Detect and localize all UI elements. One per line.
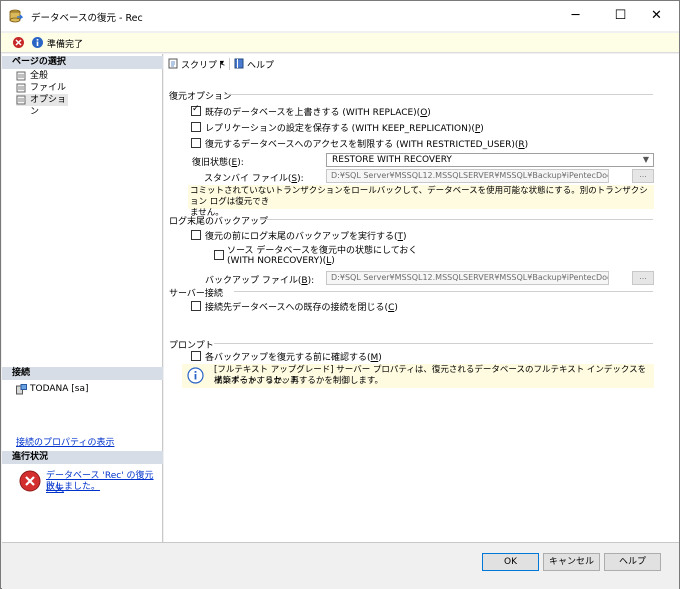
info-icon xyxy=(187,367,204,384)
right-pane: スクリプト ▾ ヘルプ 復元オプション 既存のデータベースを上書きする (WIT… xyxy=(164,54,679,542)
group-divider xyxy=(214,343,653,344)
norecovery-checkbox[interactable] xyxy=(214,250,224,260)
overwrite-checkbox[interactable] xyxy=(191,104,201,116)
page-icon xyxy=(16,71,26,81)
page-select-header: ページの選択 xyxy=(2,56,163,69)
keep-replication-label: レプリケーションの設定を保存する (WITH KEEP_REPLICATION)… xyxy=(205,124,484,134)
recovery-note-line1: コミットされていないトランザクションをロールバックして、データベースを使用可能な… xyxy=(190,186,648,207)
progress-message-link-line2[interactable]: 敗しました。 xyxy=(46,479,100,492)
left-pane: ページの選択 全般 ファイル オプション 接続 TODANA [sa] 接続のプ… xyxy=(2,54,163,542)
connection-header: 接続 xyxy=(2,367,163,380)
cancel-button[interactable]: キャンセル xyxy=(543,553,600,571)
overwrite-label: 既存のデータベースを上書きする (WITH REPLACE)(O) xyxy=(205,108,431,118)
restricted-user-label: 復元するデータベースへのアクセスを制限する (WITH RESTRICTED_U… xyxy=(205,140,529,150)
recovery-state-note: コミットされていないトランザクションをロールバックして、データベースを使用可能な… xyxy=(188,185,654,218)
help-toolbar-button[interactable]: ヘルプ xyxy=(247,58,274,71)
close-button[interactable]: ✕ xyxy=(634,1,679,31)
keep-replication-checkbox[interactable] xyxy=(191,122,201,132)
page-files-label: ファイル xyxy=(30,83,67,93)
backup-file-input[interactable]: D:¥SQL Server¥MSSQL12.MSSQLSERVER¥MSSQL¥… xyxy=(326,271,609,285)
restore-database-dialog: データベースの復元 - Rec ─ ☐ ✕ 準備完了 ページの選択 全般 ファイ… xyxy=(0,0,680,589)
info-icon xyxy=(32,37,43,48)
page-options-label: オプション xyxy=(30,95,67,117)
refresh-error-icon xyxy=(13,37,24,48)
standby-file-label: スタンバイ ファイル(S): xyxy=(204,174,304,184)
recovery-state-value: RESTORE WITH RECOVERY xyxy=(332,155,452,165)
backup-file-browse-button[interactable]: ... xyxy=(632,271,654,285)
help-book-icon xyxy=(234,58,244,69)
tail-log-backup-label: 復元の前にログ末尾のバックアップを実行する(T) xyxy=(205,232,407,242)
tail-log-backup-checkbox[interactable] xyxy=(191,230,201,240)
restore-options-group-label: 復元オプション xyxy=(169,92,233,102)
button-bar: OK キャンセル ヘルプ xyxy=(2,542,679,589)
database-restore-icon xyxy=(9,9,23,23)
title-bar[interactable]: データベースの復元 - Rec ─ ☐ ✕ xyxy=(1,1,679,31)
page-icon xyxy=(16,95,26,105)
standby-browse-button[interactable]: ... xyxy=(632,169,654,183)
recovery-state-label: 復旧状態(E): xyxy=(192,158,244,168)
restricted-user-checkbox[interactable] xyxy=(191,138,201,148)
progress-header: 進行状況 xyxy=(2,451,163,464)
group-divider xyxy=(224,94,653,95)
group-divider xyxy=(260,219,653,220)
connection-label: TODANA [sa] xyxy=(30,384,89,394)
recovery-state-select[interactable]: RESTORE WITH RECOVERY ▼ xyxy=(326,153,654,167)
standby-file-input[interactable]: D:¥SQL Server¥MSSQL12.MSSQLSERVER¥MSSQL¥… xyxy=(326,169,609,183)
page-options[interactable]: オプション xyxy=(16,94,68,117)
norecovery-label: ソース データベースを復元中の状態にしておく (WITH NORECOVERY)… xyxy=(227,246,418,266)
fulltext-info-line2: 構築するか、リセットするかを制御します。 xyxy=(214,376,383,386)
confirm-before-restore-checkbox[interactable] xyxy=(191,351,201,361)
page-general-label: 全般 xyxy=(30,71,49,81)
minimize-button[interactable]: ─ xyxy=(553,1,598,31)
help-button[interactable]: ヘルプ xyxy=(604,553,661,571)
fulltext-info-box: [フルテキスト アップグレード] サーバー プロパティは、復元されるデータベース… xyxy=(182,364,654,388)
error-icon xyxy=(19,470,41,492)
window-title: データベースの復元 - Rec xyxy=(31,13,143,24)
script-icon xyxy=(168,58,178,69)
script-dropdown-arrow[interactable]: ▾ xyxy=(220,58,224,67)
page-general[interactable]: 全般 xyxy=(16,70,156,82)
options-content: 復元オプション 既存のデータベースを上書きする (WITH REPLACE)(O… xyxy=(164,74,679,542)
backup-file-label: バックアップ ファイル(B): xyxy=(205,276,315,286)
server-connection-icon xyxy=(16,384,27,395)
status-text: 準備完了 xyxy=(47,40,84,50)
status-strip: 準備完了 xyxy=(1,33,679,53)
toolbar: スクリプト ▾ ヘルプ xyxy=(164,54,679,74)
toolbar-separator xyxy=(229,58,230,70)
tail-log-group-label: ログ末尾のバックアップ xyxy=(169,217,269,227)
ok-button[interactable]: OK xyxy=(482,553,539,571)
chevron-down-icon: ▼ xyxy=(642,155,649,164)
confirm-before-restore-label: 各バックアップを復元する前に確認する(M) xyxy=(205,353,382,363)
server-connections-group-label: サーバー接続 xyxy=(169,289,223,299)
group-divider xyxy=(234,291,653,292)
close-connections-checkbox[interactable] xyxy=(191,301,201,311)
close-connections-label: 接続先データベースへの既存の接続を閉じる(C) xyxy=(205,303,398,313)
page-files[interactable]: ファイル xyxy=(16,82,156,94)
connection-item: TODANA [sa] xyxy=(16,384,89,395)
connection-properties-link[interactable]: 接続のプロパティの表示 xyxy=(16,435,114,448)
page-icon xyxy=(16,83,26,93)
